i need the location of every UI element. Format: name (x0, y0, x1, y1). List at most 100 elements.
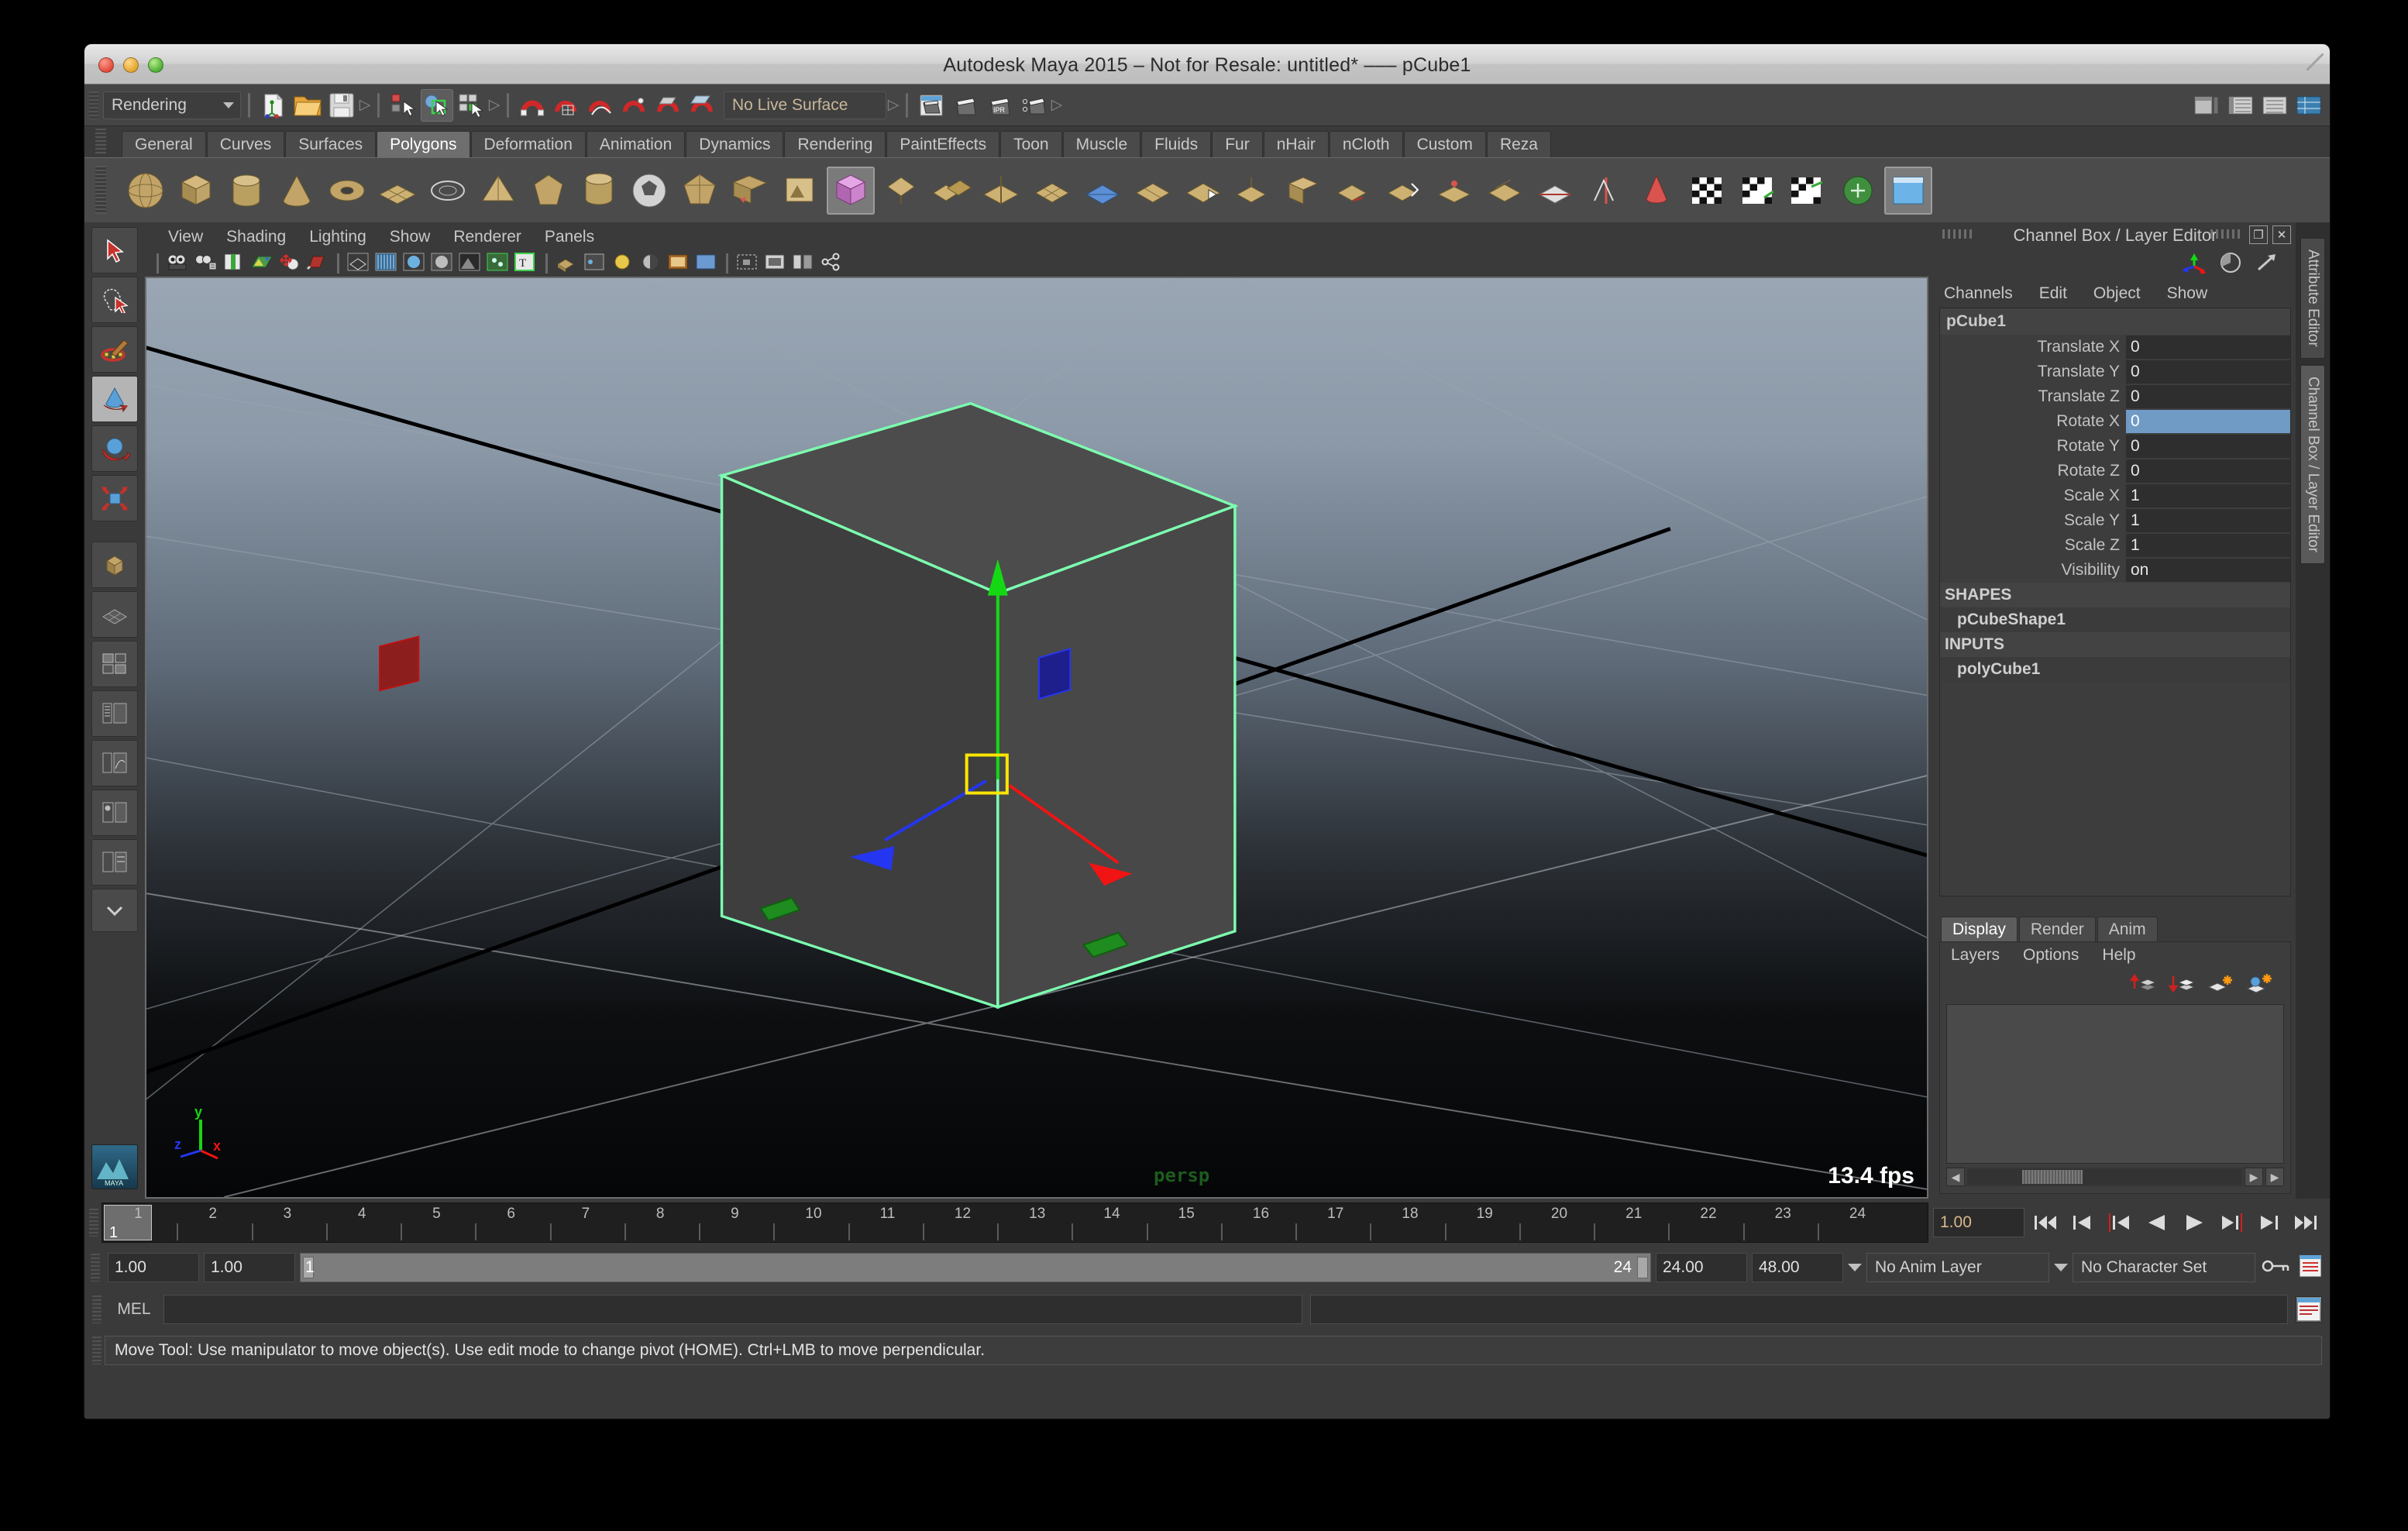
vertical-tab-attribute-editor[interactable]: Attribute Editor (2300, 238, 2325, 359)
polyplane-icon[interactable] (373, 167, 421, 215)
poly-quadrangulate-icon[interactable] (1129, 167, 1177, 215)
shelf-tab-deformation[interactable]: Deformation (470, 131, 586, 157)
poly-separate-icon[interactable] (877, 167, 925, 215)
select-tool[interactable] (91, 227, 138, 274)
snap-grid-icon[interactable] (550, 89, 583, 122)
go-to-end-icon[interactable] (2289, 1208, 2322, 1237)
close-panel-icon[interactable]: ✕ (2272, 225, 2291, 244)
go-to-start-icon[interactable] (2029, 1208, 2062, 1237)
polycone-icon[interactable] (273, 167, 321, 215)
xray-joints-icon[interactable] (583, 252, 607, 275)
poly-extrude-icon[interactable] (1230, 167, 1278, 215)
collapse-group-icon[interactable]: ▷ (1051, 94, 1063, 117)
exposure-icon[interactable] (611, 252, 635, 275)
anim-layer-chevron-down-icon[interactable] (1848, 1264, 1862, 1271)
auto-key-icon[interactable] (2260, 1255, 2293, 1281)
snap-point-icon[interactable] (618, 89, 651, 122)
range-slider-grip[interactable] (91, 1254, 100, 1282)
viewport-menu-panels[interactable]: Panels (545, 228, 594, 246)
move-layer-down-icon[interactable] (2168, 972, 2196, 999)
uv-create-icon[interactable] (1884, 166, 1932, 215)
channel-value[interactable]: 1 (2126, 509, 2290, 532)
poly-cone-sculpt-icon[interactable] (1632, 167, 1680, 215)
persp-graph-layout[interactable] (91, 740, 138, 786)
polyhelix-icon[interactable] (575, 167, 623, 215)
layer-menu-help[interactable]: Help (2102, 946, 2135, 965)
layer-menu-options[interactable]: Options (2023, 946, 2079, 965)
shelf-tab-painteffects[interactable]: PaintEffects (886, 131, 1000, 157)
shelf-grip[interactable] (95, 129, 106, 155)
time-slider-grip[interactable] (89, 1209, 98, 1237)
shelf-tab-reza[interactable]: Reza (1486, 131, 1551, 157)
viewport-menu-renderer[interactable]: Renderer (453, 228, 521, 246)
channel-box-list[interactable]: pCube1 Translate X 0 Translate Y 0 Trans… (1939, 308, 2291, 896)
scrollbar-track[interactable] (1967, 1168, 2242, 1185)
move-tool[interactable] (91, 376, 138, 422)
snap-view-plane-icon[interactable] (652, 89, 685, 122)
select-object-icon[interactable] (421, 88, 453, 122)
polycube-icon[interactable] (172, 167, 220, 215)
rotate-tool[interactable] (91, 425, 138, 472)
checker-uv-icon[interactable] (1683, 167, 1731, 215)
layer-tab-anim[interactable]: Anim (2097, 917, 2158, 941)
layer-horizontal-scrollbar[interactable]: ◀ ▶ ▶ (1946, 1167, 2284, 1187)
poly-type-icon[interactable] (726, 167, 774, 215)
step-back-frame-icon[interactable] (2066, 1208, 2099, 1237)
channel-row-rotate-x[interactable]: Rotate X 0 (1940, 409, 2290, 434)
save-scene-icon[interactable] (325, 89, 358, 122)
channel-row-scale-y[interactable]: Scale Y 1 (1940, 508, 2290, 533)
poly-wedge-icon[interactable] (1431, 167, 1479, 215)
step-forward-key-icon[interactable] (2215, 1208, 2248, 1237)
anim-layer-icon[interactable] (2218, 251, 2243, 278)
channel-row-scale-z[interactable]: Scale Z 1 (1940, 533, 2290, 558)
shelf-tab-muscle[interactable]: Muscle (1062, 131, 1141, 157)
hypershade-persp-layout[interactable] (91, 790, 138, 836)
poly-platonic-icon[interactable] (676, 167, 724, 215)
select-hierarchy-icon[interactable] (387, 89, 419, 122)
shelf-tab-fluids[interactable]: Fluids (1141, 131, 1212, 157)
persp-outliner-layout[interactable] (91, 690, 138, 737)
more-layouts[interactable] (91, 889, 138, 932)
polysphere-icon[interactable] (122, 167, 170, 215)
poly-bevel-icon[interactable] (1280, 167, 1328, 215)
image-plane-icon[interactable] (249, 252, 274, 275)
viewport-menu-show[interactable]: Show (390, 228, 431, 246)
shelf-tab-curves[interactable]: Curves (206, 131, 285, 157)
channel-row-translate-y[interactable]: Translate Y 0 (1940, 360, 2290, 384)
render-settings-icon[interactable] (1017, 89, 1050, 122)
channel-value[interactable]: 0 (2126, 435, 2290, 458)
render-current-frame-icon[interactable] (915, 89, 948, 122)
poly-triangulate-icon[interactable] (1078, 167, 1127, 215)
tool-settings-toggle-icon[interactable] (2258, 89, 2291, 122)
single-perspective-layout[interactable] (91, 591, 138, 638)
shelf-tab-ncloth[interactable]: nCloth (1329, 131, 1403, 157)
layer-menu-layers[interactable]: Layers (1951, 946, 2000, 965)
grid-toggle-icon[interactable] (277, 252, 302, 275)
time-slider-track[interactable]: 1 1 2 3 4 5 6 7 8 9 10 11 12 13 14 15 16 17 18 19 20 21 22 23 2… (101, 1202, 1928, 1243)
paint-select-tool[interactable] (91, 326, 138, 373)
gate-mask-icon[interactable] (694, 252, 719, 275)
collapse-group-icon[interactable]: ▷ (888, 94, 900, 117)
channel-row-rotate-y[interactable]: Rotate Y 0 (1940, 434, 2290, 459)
collapse-group-icon[interactable]: ▷ (359, 94, 371, 117)
camera-attributes-icon[interactable] (194, 252, 218, 275)
input-node-item[interactable]: polyCube1 (1940, 657, 2290, 682)
lasso-select-tool[interactable] (91, 277, 138, 323)
viewport-snapshot-icon[interactable] (763, 252, 788, 275)
move-layer-up-icon[interactable] (2129, 972, 2157, 999)
viewport-menu-view[interactable]: View (168, 228, 203, 246)
poly-split-icon[interactable] (1582, 167, 1630, 215)
layer-tab-render[interactable]: Render (2018, 917, 2096, 941)
script-editor-icon[interactable] (2296, 1296, 2322, 1323)
shelf-tab-dynamics[interactable]: Dynamics (686, 131, 784, 157)
shelf-tab-surfaces[interactable]: Surfaces (285, 131, 377, 157)
statusline-grip[interactable] (89, 91, 98, 119)
select-component-icon[interactable] (455, 89, 487, 122)
polypyramid-icon[interactable] (474, 167, 522, 215)
gamma-icon[interactable] (638, 252, 663, 275)
select-camera-icon[interactable] (166, 252, 191, 275)
show-hide-editors-icon[interactable] (2190, 89, 2223, 122)
poly-svg-icon[interactable] (776, 167, 824, 215)
scrollbar-thumb[interactable] (2022, 1170, 2083, 1184)
channel-row-translate-z[interactable]: Translate Z 0 (1940, 384, 2290, 409)
